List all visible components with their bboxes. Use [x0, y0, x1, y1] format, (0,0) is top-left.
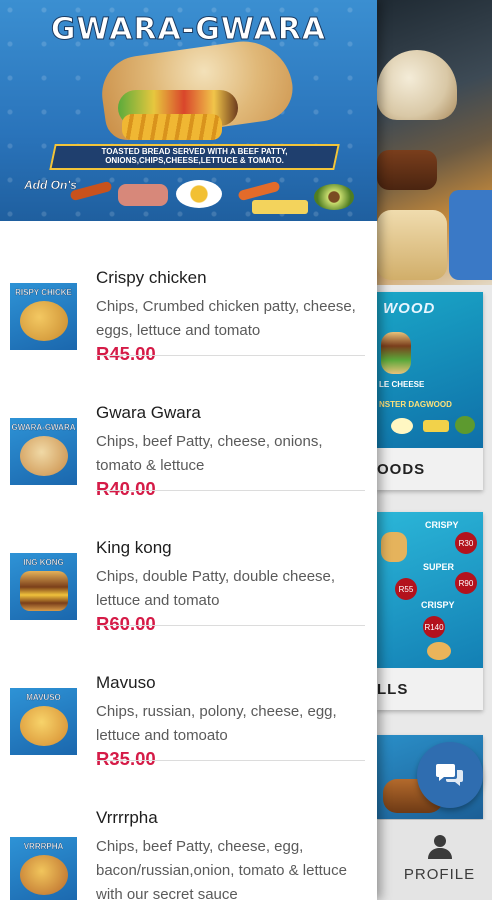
menu-item-description: Chips, Crumbed chicken patty, cheese, eg… — [96, 298, 356, 339]
addons-label: Add On's — [24, 178, 77, 192]
menu-item-thumbnail: VRRRPHA — [10, 837, 77, 900]
menu-item-name: King kong — [96, 538, 172, 557]
menu-item-thumbnail: GWARA-GWARA — [10, 418, 77, 485]
menu-item-description: Chips, double Patty, double cheese, lett… — [96, 568, 336, 609]
category-card-line: NSTER DAGWOOD — [379, 400, 452, 409]
category-card-foods[interactable]: WOOD LE CHEESE NSTER DAGWOOD OODS — [377, 292, 483, 490]
chat-button[interactable] — [417, 742, 483, 808]
menu-item-name: Gwara Gwara — [96, 403, 201, 422]
chips-image — [122, 114, 222, 140]
cheese-image — [423, 420, 449, 432]
menu-item[interactable]: MAVUSO Mavuso Chips, russian, polony, ch… — [0, 626, 377, 769]
menu-item-description: Chips, russian, polony, cheese, egg, let… — [96, 703, 337, 744]
background-hero-image — [377, 0, 492, 285]
menu-item-thumbnail: MAVUSO — [10, 688, 77, 755]
burger-bun-image — [377, 50, 457, 120]
menu-item-thumbnail: ING KONG — [10, 553, 77, 620]
mavuso-image — [20, 706, 68, 746]
vrrrrpha-image — [20, 855, 68, 895]
category-card-banner: WOOD — [383, 300, 436, 317]
menu-item-thumbnail: RISPY CHICKE — [10, 283, 77, 350]
hero-title: GWARA-GWARA — [50, 12, 327, 48]
burger-patty-image — [377, 150, 437, 190]
price-badge: R140 — [423, 616, 445, 638]
menu-item[interactable]: ING KONG King kong Chips, double Patty, … — [0, 491, 377, 634]
category-card-line: LE CHEESE — [379, 380, 425, 389]
menu-item-name: Mavuso — [96, 673, 156, 692]
menu-label: SUPER — [423, 562, 455, 572]
profile-tab[interactable]: PROFILE — [377, 820, 492, 900]
drawer-hero-banner: GWARA-GWARA TOASTED BREAD SERVED WITH A … — [0, 0, 377, 221]
chat-bubbles-icon — [436, 764, 463, 786]
hero-description: TOASTED BREAD SERVED WITH A BEEF PATTY, … — [101, 147, 288, 165]
sandwich-image — [381, 332, 411, 374]
wrap-sandwich-image — [92, 35, 302, 143]
thumbnail-title: MAVUSO — [26, 693, 61, 702]
menu-item-description: Chips, beef Patty, cheese, onions, tomat… — [96, 433, 323, 474]
roll-image — [427, 642, 451, 660]
egg-image — [391, 418, 413, 434]
egg-image — [176, 180, 222, 208]
thumbnail-title: ING KONG — [23, 558, 64, 567]
bottom-navigation: PROFILE — [377, 820, 492, 900]
avocado-image — [455, 416, 475, 434]
person-icon — [427, 835, 452, 859]
profile-tab-label: PROFILE — [403, 866, 476, 883]
cheese-image — [252, 200, 308, 214]
thumbnail-title: VRRRPHA — [23, 842, 64, 851]
menu-item-list: RISPY CHICKE Crispy chicken Chips, Crumb… — [0, 221, 377, 900]
category-card-caption: OODS — [377, 448, 483, 490]
gwara-gwara-image — [20, 436, 68, 476]
hero-description-banner: TOASTED BREAD SERVED WITH A BEEF PATTY, … — [49, 144, 340, 170]
menu-item-name: Crispy chicken — [96, 268, 207, 287]
menu-label: CRISPY — [425, 520, 459, 530]
bread-image — [377, 210, 447, 280]
category-card-image: WOOD LE CHEESE NSTER DAGWOOD — [377, 292, 483, 448]
menu-item[interactable]: VRRRPHA Vrrrrpha Chips, beef Patty, chee… — [0, 761, 377, 900]
thumbnail-title: RISPY CHICKE — [15, 288, 72, 297]
price-badge: R30 — [455, 532, 477, 554]
crispy-chicken-image — [20, 301, 68, 341]
price-badge: R90 — [455, 572, 477, 594]
price-badge: R55 — [395, 578, 417, 600]
category-card-image: CRISPY R30 SUPER R55 R90 CRISPY R140 — [377, 512, 483, 668]
roll-image — [381, 532, 407, 562]
menu-item-name: Vrrrrpha — [96, 808, 158, 827]
thumbnail-title: GWARA-GWARA — [11, 423, 76, 432]
king-kong-image — [20, 571, 68, 611]
menu-drawer: GWARA-GWARA TOASTED BREAD SERVED WITH A … — [0, 0, 377, 900]
category-card-caption: LLS — [377, 668, 483, 710]
avocado-image — [314, 184, 354, 210]
category-card-rolls[interactable]: CRISPY R30 SUPER R55 R90 CRISPY R140 LLS — [377, 512, 483, 710]
bacon-image — [118, 184, 168, 206]
menu-item-description: Chips, beef Patty, cheese, egg, bacon/ru… — [96, 838, 347, 900]
plate-image — [449, 190, 492, 280]
menu-item[interactable]: RISPY CHICKE Crispy chicken Chips, Crumb… — [0, 221, 377, 364]
menu-label: CRISPY — [421, 600, 455, 610]
menu-item[interactable]: GWARA-GWARA Gwara Gwara Chips, beef Patt… — [0, 356, 377, 499]
